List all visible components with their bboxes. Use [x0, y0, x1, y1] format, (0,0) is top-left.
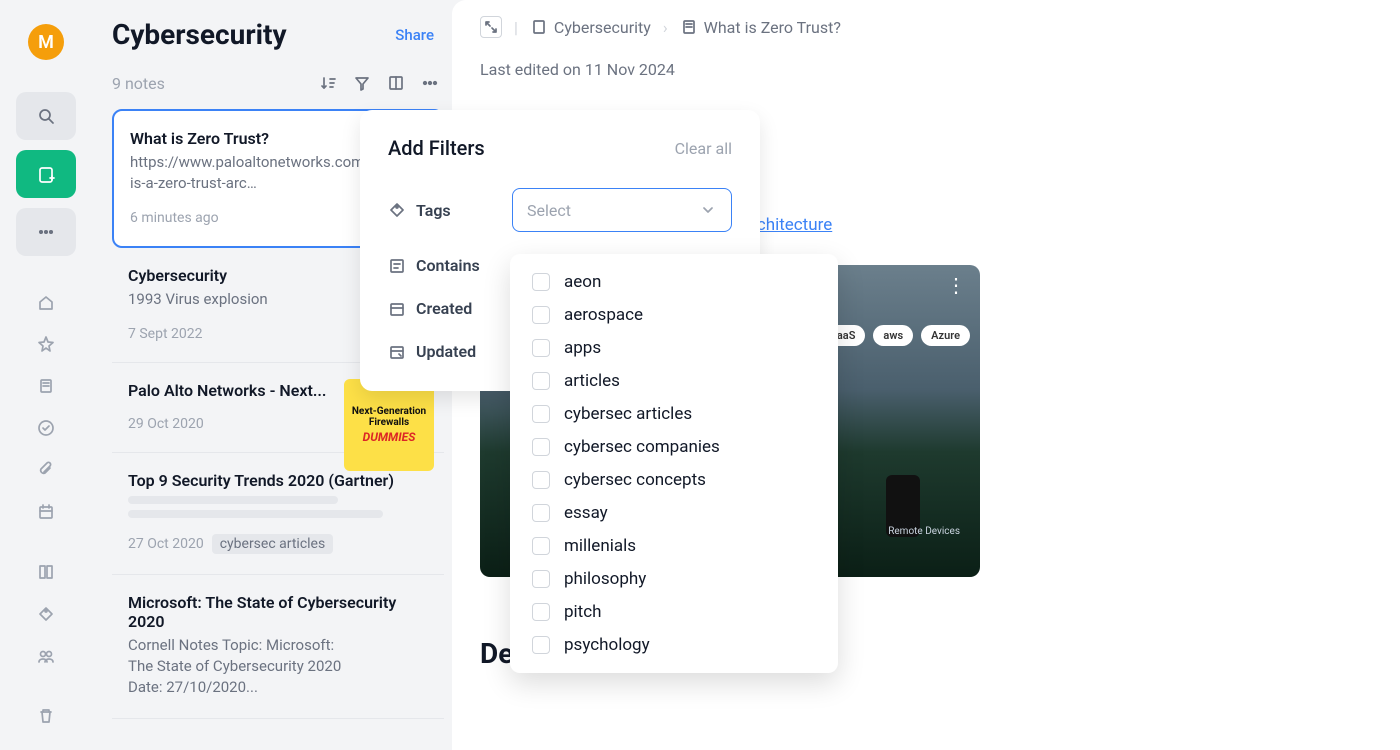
clear-all-button[interactable]: Clear all: [675, 139, 732, 158]
note-count: 9 notes: [112, 74, 165, 93]
tag-option-label: articles: [564, 371, 620, 391]
notebook-title: Cybersecurity: [112, 18, 287, 51]
tasks-icon[interactable]: [32, 414, 60, 442]
checkbox[interactable]: [532, 306, 550, 324]
created-icon: [388, 300, 406, 318]
last-edited: Last edited on 11 Nov 2024: [480, 60, 1372, 79]
more-button[interactable]: [16, 208, 76, 256]
note-card-title: Top 9 Security Trends 2020 (Gartner): [128, 471, 428, 490]
notebook-icon: [530, 18, 548, 36]
tag-option[interactable]: essay: [532, 503, 816, 523]
note-card-tag: cybersec articles: [212, 534, 334, 554]
tag-option-label: aeon: [564, 272, 601, 292]
trash-icon[interactable]: [32, 702, 60, 730]
share-button[interactable]: Share: [395, 26, 434, 44]
checkbox[interactable]: [532, 636, 550, 654]
chevron-down-icon: [699, 201, 717, 219]
tag-option-label: pitch: [564, 602, 602, 622]
checkbox[interactable]: [532, 570, 550, 588]
tag-icon: [388, 201, 406, 219]
filter-icon[interactable]: [352, 73, 372, 93]
breadcrumb-notebook[interactable]: Cybersecurity: [530, 18, 651, 37]
contains-icon: [388, 257, 406, 275]
notebooks-icon[interactable]: [32, 558, 60, 586]
tag-option-label: philosophy: [564, 569, 646, 589]
checkbox[interactable]: [532, 504, 550, 522]
tag-option-label: millenials: [564, 536, 636, 556]
breadcrumb-note[interactable]: What is Zero Trust?: [680, 18, 841, 37]
tag-option[interactable]: cybersec concepts: [532, 470, 816, 490]
tag-option[interactable]: apps: [532, 338, 816, 358]
expand-icon[interactable]: [480, 16, 502, 38]
checkbox[interactable]: [532, 471, 550, 489]
calendar-icon[interactable]: [32, 498, 60, 526]
checkbox[interactable]: [532, 603, 550, 621]
filter-label-created: Created: [416, 299, 472, 318]
tag-option[interactable]: articles: [532, 371, 816, 391]
tag-option[interactable]: pitch: [532, 602, 816, 622]
left-rail: M: [0, 0, 92, 750]
tag-option-label: essay: [564, 503, 608, 523]
more-options-icon[interactable]: [420, 73, 440, 93]
filter-popup-title: Add Filters: [388, 136, 485, 160]
tag-option-label: cybersec articles: [564, 404, 692, 424]
checkbox[interactable]: [532, 273, 550, 291]
tag-option[interactable]: cybersec companies: [532, 437, 816, 457]
tags-dropdown: aeon aerospace apps articles cybersec articl…: [510, 254, 838, 673]
shared-icon[interactable]: [32, 642, 60, 670]
tag-option-label: cybersec concepts: [564, 470, 706, 490]
note-card-meta: 27 Oct 2020cybersec articles: [128, 534, 428, 554]
note-icon: [680, 18, 698, 36]
note-card-title: Microsoft: The State of Cybersecurity 20…: [128, 593, 428, 631]
tags-icon[interactable]: [32, 600, 60, 628]
tag-option-label: psychology: [564, 635, 650, 655]
tag-option[interactable]: psychology: [532, 635, 816, 655]
sort-icon[interactable]: [318, 73, 338, 93]
tag-option[interactable]: cybersec articles: [532, 404, 816, 424]
search-icon: [37, 107, 55, 125]
select-placeholder: Select: [527, 201, 571, 220]
checkbox[interactable]: [532, 537, 550, 555]
note-card[interactable]: Top 9 Security Trends 2020 (Gartner) 27 O…: [112, 453, 444, 575]
view-icon[interactable]: [386, 73, 406, 93]
tag-option[interactable]: philosophy: [532, 569, 816, 589]
new-note-icon: [37, 165, 55, 183]
hero-cloud-badge: aws: [873, 325, 913, 346]
tag-option[interactable]: millenials: [532, 536, 816, 556]
breadcrumb: | Cybersecurity › What is Zero Trust?: [480, 16, 1372, 38]
avatar[interactable]: M: [28, 24, 64, 60]
checkbox[interactable]: [532, 438, 550, 456]
updated-icon: [388, 343, 406, 361]
ellipsis-icon: [37, 223, 55, 241]
new-note-button[interactable]: [16, 150, 76, 198]
star-icon[interactable]: [32, 330, 60, 358]
filter-label-tags: Tags: [416, 201, 451, 220]
note-card-snippet: Cornell Notes Topic: Microsoft: The Stat…: [128, 635, 358, 698]
tag-option[interactable]: aerospace: [532, 305, 816, 325]
home-icon[interactable]: [32, 288, 60, 316]
filter-label-contains: Contains: [416, 256, 480, 275]
checkbox[interactable]: [532, 339, 550, 357]
breadcrumb-note-label: What is Zero Trust?: [704, 18, 841, 37]
hero-menu-icon[interactable]: ⋮: [946, 273, 966, 297]
breadcrumb-notebook-label: Cybersecurity: [554, 18, 651, 37]
search-button[interactable]: [16, 92, 76, 140]
tags-select[interactable]: Select: [512, 188, 732, 232]
tag-option-label: aerospace: [564, 305, 643, 325]
tag-option-label: cybersec companies: [564, 437, 720, 457]
checkbox[interactable]: [532, 372, 550, 390]
checkbox[interactable]: [532, 405, 550, 423]
hero-label-remote: Remote Devices: [888, 526, 960, 537]
notes-icon[interactable]: [32, 372, 60, 400]
filter-label-updated: Updated: [416, 342, 476, 361]
tag-option-label: apps: [564, 338, 601, 358]
tag-option[interactable]: aeon: [532, 272, 816, 292]
note-card-snippet: 1993 Virus explosion: [128, 289, 358, 310]
hero-cloud-badge: Azure: [921, 325, 970, 346]
note-card-snippet: https://www.paloaltonetworks.com/cyberpe…: [130, 152, 360, 194]
note-card[interactable]: Microsoft: The State of Cybersecurity 20…: [112, 575, 444, 719]
attachment-icon[interactable]: [32, 456, 60, 484]
